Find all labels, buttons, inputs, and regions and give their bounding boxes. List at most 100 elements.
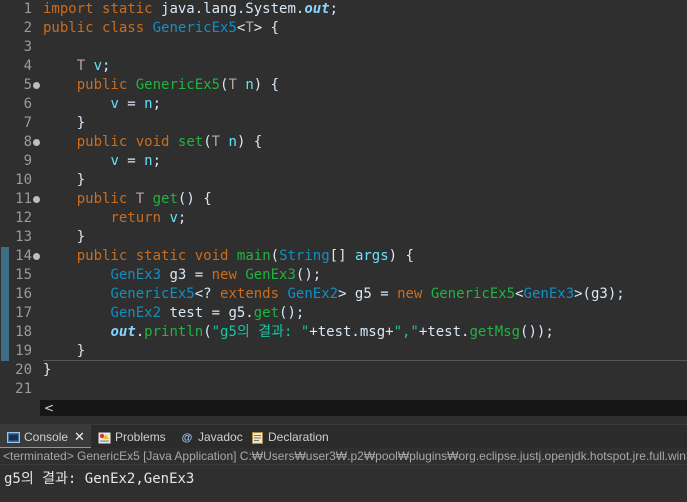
tab-javadoc-label: Javadoc: [198, 430, 243, 444]
code-token: ) {: [253, 77, 280, 93]
code-token: <: [515, 286, 524, 302]
code-token: ;: [152, 96, 162, 112]
code-token: n: [228, 134, 237, 150]
code-area[interactable]: import static java.lang.System.out; publi…: [43, 0, 687, 400]
code-token: n: [245, 77, 254, 93]
declaration-icon: [250, 431, 264, 444]
code-line[interactable]: public GenericEx5(T n) {: [43, 76, 279, 95]
horizontal-scrollbar[interactable]: <: [40, 400, 687, 416]
code-token: () {: [177, 191, 212, 207]
line-number: 12: [15, 210, 32, 226]
code-token: void: [135, 134, 170, 150]
code-line[interactable]: public void set(T n) {: [43, 133, 263, 152]
fold-toggle-icon[interactable]: [33, 139, 40, 146]
code-line[interactable]: public static void main(String[] args) {: [43, 247, 414, 266]
code-token: extends: [220, 286, 280, 302]
code-token: T: [211, 134, 221, 150]
change-marker: [1, 247, 9, 361]
code-token: public: [76, 134, 128, 150]
code-token: > {: [253, 20, 280, 36]
code-token: v: [169, 210, 178, 226]
code-line[interactable]: GenEx3 g3 = new GenEx3();: [43, 266, 321, 285]
code-token: GenEx3: [245, 267, 296, 283]
tab-problems[interactable]: Problems: [97, 425, 166, 449]
code-line[interactable]: }: [43, 361, 51, 380]
code-line[interactable]: v = n;: [43, 95, 161, 114]
code-token: n: [144, 96, 153, 112]
code-token: java.lang.System.: [152, 1, 305, 17]
code-token: static: [102, 1, 153, 17]
code-line[interactable]: out.println("g5의 결과: "+test.msg+","+test…: [43, 323, 554, 342]
console-status-line: <terminated> GenericEx5 [Java Applicatio…: [0, 448, 687, 465]
code-token: []: [329, 248, 355, 264]
code-token: get: [152, 191, 178, 207]
close-icon[interactable]: ✕: [74, 429, 85, 444]
code-line[interactable]: import static java.lang.System.out;: [43, 0, 338, 19]
code-token: public: [76, 191, 128, 207]
code-token: out: [304, 1, 330, 17]
code-token: }: [43, 362, 52, 378]
tab-declaration[interactable]: Declaration: [250, 425, 329, 449]
code-token: "g5의 결과: ": [211, 324, 310, 340]
code-token: (: [203, 134, 212, 150]
line-number: 2: [23, 20, 32, 36]
code-token: }: [43, 115, 86, 131]
code-line[interactable]: GenericEx5<? extends GenEx2> g5 = new Ge…: [43, 285, 624, 304]
console-output-area[interactable]: g5의 결과: GenEx2,GenEx3: [0, 465, 687, 502]
code-token: get: [253, 305, 280, 321]
tab-console[interactable]: Console ✕: [0, 425, 91, 449]
line-number: 3: [23, 39, 32, 55]
code-token: +test.: [418, 324, 470, 340]
code-line[interactable]: T v;: [43, 57, 111, 76]
code-line[interactable]: }: [43, 114, 85, 133]
code-line[interactable]: }: [43, 342, 85, 361]
code-token: GenericEx5: [152, 20, 237, 36]
line-number: 10: [15, 172, 32, 188]
line-number-gutter: 1 2 3 4 5 6 7 8 9 10 11 12 13 14 15 16 17 18 19 20 21: [0, 0, 40, 402]
code-token: }: [43, 229, 86, 245]
code-line[interactable]: public T get() {: [43, 190, 212, 209]
code-line[interactable]: return v;: [43, 209, 186, 228]
code-token: ) {: [236, 134, 263, 150]
code-token: static: [135, 248, 187, 264]
code-token: T: [76, 58, 86, 74]
fold-toggle-icon[interactable]: [33, 253, 40, 260]
code-line[interactable]: }: [43, 171, 85, 190]
code-line[interactable]: public class GenericEx5<T> {: [43, 19, 279, 38]
code-editor[interactable]: 1 2 3 4 5 6 7 8 9 10 11 12 13 14 15 16 17 18 19 20 21 import…: [0, 0, 687, 402]
code-token: ) {: [388, 248, 414, 264]
code-token: ());: [520, 324, 554, 340]
fold-toggle-icon[interactable]: [33, 196, 40, 203]
tab-javadoc[interactable]: @ Javadoc: [180, 425, 243, 449]
line-number: 4: [23, 58, 32, 74]
code-token: ();: [279, 305, 305, 321]
code-token: v: [110, 153, 119, 169]
scroll-left-icon[interactable]: <: [44, 400, 54, 416]
line-number: 13: [15, 229, 32, 245]
line-number: 6: [23, 96, 32, 112]
fold-toggle-icon[interactable]: [33, 82, 40, 89]
code-token: import: [43, 1, 94, 17]
code-line[interactable]: GenEx2 test = g5.get();: [43, 304, 304, 323]
code-token: GenericEx5: [430, 286, 516, 302]
code-token: class: [102, 20, 145, 36]
code-token: new: [211, 267, 237, 283]
tab-problems-label: Problems: [115, 430, 166, 444]
code-token: args: [354, 248, 389, 264]
code-line[interactable]: }: [43, 228, 85, 247]
code-line[interactable]: v = n;: [43, 152, 161, 171]
code-token: n: [144, 153, 153, 169]
code-token: v: [110, 96, 119, 112]
